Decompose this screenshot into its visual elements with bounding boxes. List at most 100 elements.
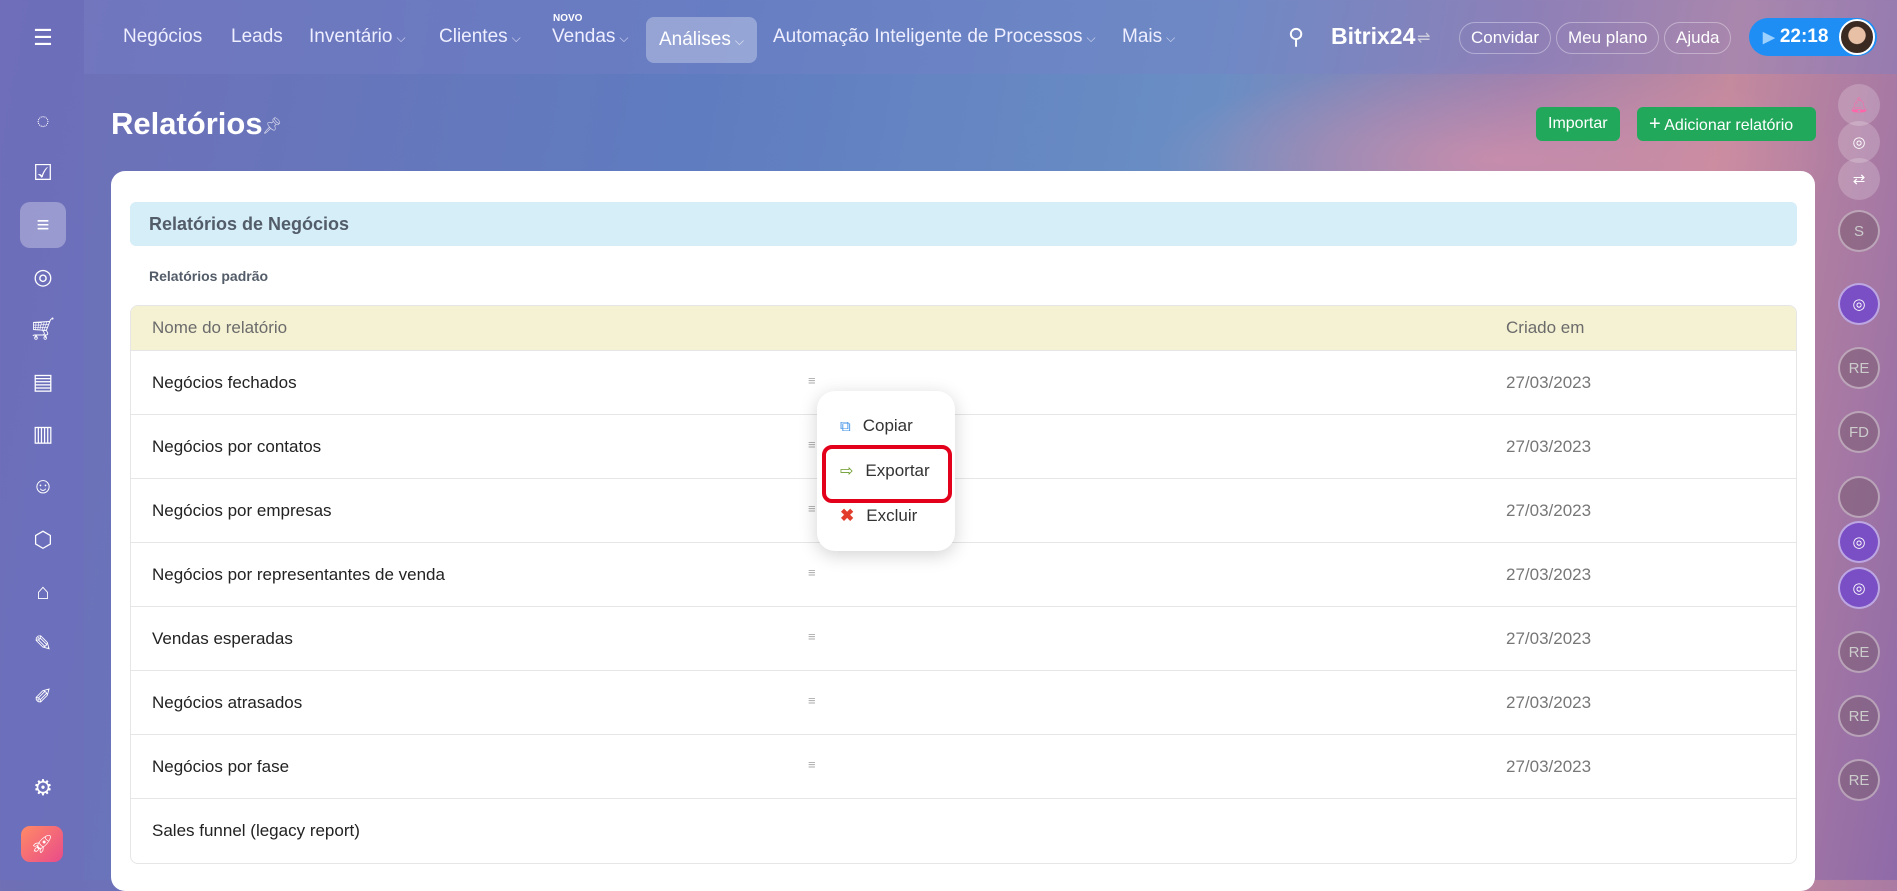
table-header: Nome do relatório Criado em [131,306,1796,351]
report-name[interactable]: Negócios por contatos [152,437,321,457]
timer-value: 22:18 [1780,26,1829,47]
menu-label: Excluir [866,506,917,526]
report-name[interactable]: Negócios atrasados [152,693,302,713]
row-menu-icon[interactable]: ≡ [808,757,816,772]
nav-vendas[interactable]: Vendas⌵ [552,26,629,48]
tasks-icon[interactable]: ☑ [20,150,66,196]
sign-icon[interactable]: ✎ [20,621,66,667]
menu-item-delete[interactable]: ✖Excluir [840,506,917,526]
created-date: 27/03/2023 [1506,501,1591,521]
row-menu-icon[interactable]: ≡ [808,693,816,708]
menu-item-export[interactable]: ⇨ Exportar [840,461,930,481]
table-row[interactable]: Negócios fechados≡27/03/2023 [131,351,1796,415]
report-name[interactable]: Negócios por fase [152,757,289,777]
add-report-button[interactable]: + Adicionar relatório [1637,107,1816,141]
menu-label: Exportar [865,461,929,481]
search-icon[interactable]: ⚲ [1288,24,1304,50]
page-title: Relatórios [111,106,263,142]
table-row[interactable]: Negócios por fase ≡ 27/03/2023 [131,735,1796,799]
chat-avatar[interactable]: RE [1838,759,1880,801]
row-menu-icon[interactable]: ≡ [808,437,816,452]
chevron-down-icon: ⌵ [396,31,405,45]
nav-label: Automação Inteligente de Processos [773,26,1082,47]
menu-item-copy[interactable]: ⧉Copiar [840,416,913,436]
box-icon[interactable]: ⬡ [20,517,66,563]
nav-negocios[interactable]: Negócios [123,26,202,48]
nav-mais[interactable]: Mais ⌵ [1122,26,1175,48]
nav-label: Leads [231,26,283,47]
table-row[interactable]: Negócios por contatos≡27/03/2023 [131,415,1796,479]
import-button[interactable]: Importar [1536,107,1620,141]
analytics-icon[interactable]: ▥ [20,411,66,457]
nav-label: Análises [659,29,731,50]
report-name[interactable]: Vendas esperadas [152,629,293,649]
nav-label: Mais [1122,26,1162,47]
table-row[interactable]: Vendas esperadas ≡ 27/03/2023 [131,607,1796,671]
cart-icon[interactable]: 🛒︎ [20,306,66,352]
report-name[interactable]: Negócios por empresas [152,501,332,521]
target-icon[interactable]: ◎ [20,254,66,300]
nav-leads[interactable]: Leads [231,26,283,48]
chevron-down-icon: ⌵ [1086,31,1095,45]
table-row[interactable]: Negócios por empresas ≡ 27/03/2023 [131,479,1796,543]
created-date: 27/03/2023 [1506,757,1591,777]
created-date: 27/03/2023 [1506,629,1591,649]
pin-icon[interactable]: 📌︎ [262,116,282,136]
created-date: 27/03/2023 [1506,693,1591,713]
plus-icon: + [1649,113,1661,135]
row-menu-icon[interactable]: ≡ [808,565,816,580]
robot-icon[interactable]: ☺ [20,463,66,509]
funnel-icon[interactable]: ≡ [20,202,66,248]
table-row[interactable]: Negócios atrasados ≡ 27/03/2023 [131,671,1796,735]
bell-icon[interactable]: 🔔︎ [1838,84,1880,126]
row-menu-icon[interactable]: ≡ [808,373,816,388]
contact-card-icon[interactable]: ▤ [20,359,66,405]
nav-clientes[interactable]: Clientes⌵ [439,26,521,48]
chevron-down-icon: ⌵ [1166,31,1175,45]
report-name[interactable]: Sales funnel (legacy report) [152,821,360,841]
user-avatar[interactable] [1839,19,1875,55]
table-row[interactable]: Negócios por representantes de venda ≡ 27/… [131,543,1796,607]
left-sidebar: ☰ ◌ ☑ ≡ ◎ 🛒︎ ▤ ▥ ☺ ⬡ ⌂ ✎ ✐ ⚙ 🚀︎ [0,0,84,880]
report-name[interactable]: Negócios por representantes de venda [152,565,445,585]
chat-avatar[interactable]: RE [1838,347,1880,389]
my-plan-button[interactable]: Meu plano [1556,22,1659,54]
add-report-label: Adicionar relatório [1664,117,1793,134]
document-icon[interactable]: ✐ [20,674,66,720]
warehouse-icon[interactable]: ⌂ [20,569,66,615]
help-button[interactable]: Ajuda [1664,22,1731,54]
invite-button[interactable]: Convidar [1459,22,1551,54]
settings-sliders-icon[interactable]: ⇌ [1417,28,1430,48]
nav-inventario[interactable]: Inventário⌵ [309,26,406,48]
chat-icon[interactable]: ⇄ [1838,158,1880,200]
chat-avatar[interactable]: RE [1838,695,1880,737]
copilot-chat-icon[interactable]: ◎ [1838,567,1880,609]
user-photo-avatar[interactable] [1838,476,1880,518]
nav-label: Negócios [123,26,202,47]
menu-icon[interactable]: ☰ [20,15,66,61]
header-created: Criado em [1506,318,1584,338]
copilot-chat-icon[interactable]: ◎ [1838,283,1880,325]
nav-analises[interactable]: Análises ⌵ [646,17,757,63]
chat-avatar[interactable]: S [1838,210,1880,252]
crm-icon[interactable]: ◌ [20,98,66,144]
new-badge: NOVO [553,13,582,24]
export-icon: ⇨ [840,461,853,481]
copilot-icon[interactable]: ◎ [1838,121,1880,163]
row-menu-icon[interactable]: ≡ [808,501,816,516]
nav-automacao[interactable]: Automação Inteligente de Processos ⌵ [773,26,1096,48]
row-menu-icon[interactable]: ≡ [808,629,816,644]
table-row[interactable]: Sales funnel (legacy report) [131,799,1796,863]
created-date: 27/03/2023 [1506,565,1591,585]
copilot-chat-icon[interactable]: ◎ [1838,521,1880,563]
chat-avatar[interactable]: FD [1838,411,1880,453]
menu-label: Copiar [863,416,913,436]
chat-avatar[interactable]: RE [1838,631,1880,673]
chevron-down-icon: ⌵ [619,31,628,45]
chevron-down-icon: ⌵ [735,34,744,48]
report-name[interactable]: Negócios fechados [152,373,297,393]
rocket-icon[interactable]: 🚀︎ [21,826,63,862]
settings-icon[interactable]: ⚙ [20,765,66,811]
brand-name: Bitrix24 [1331,23,1415,50]
nav-label: Clientes [439,26,508,47]
